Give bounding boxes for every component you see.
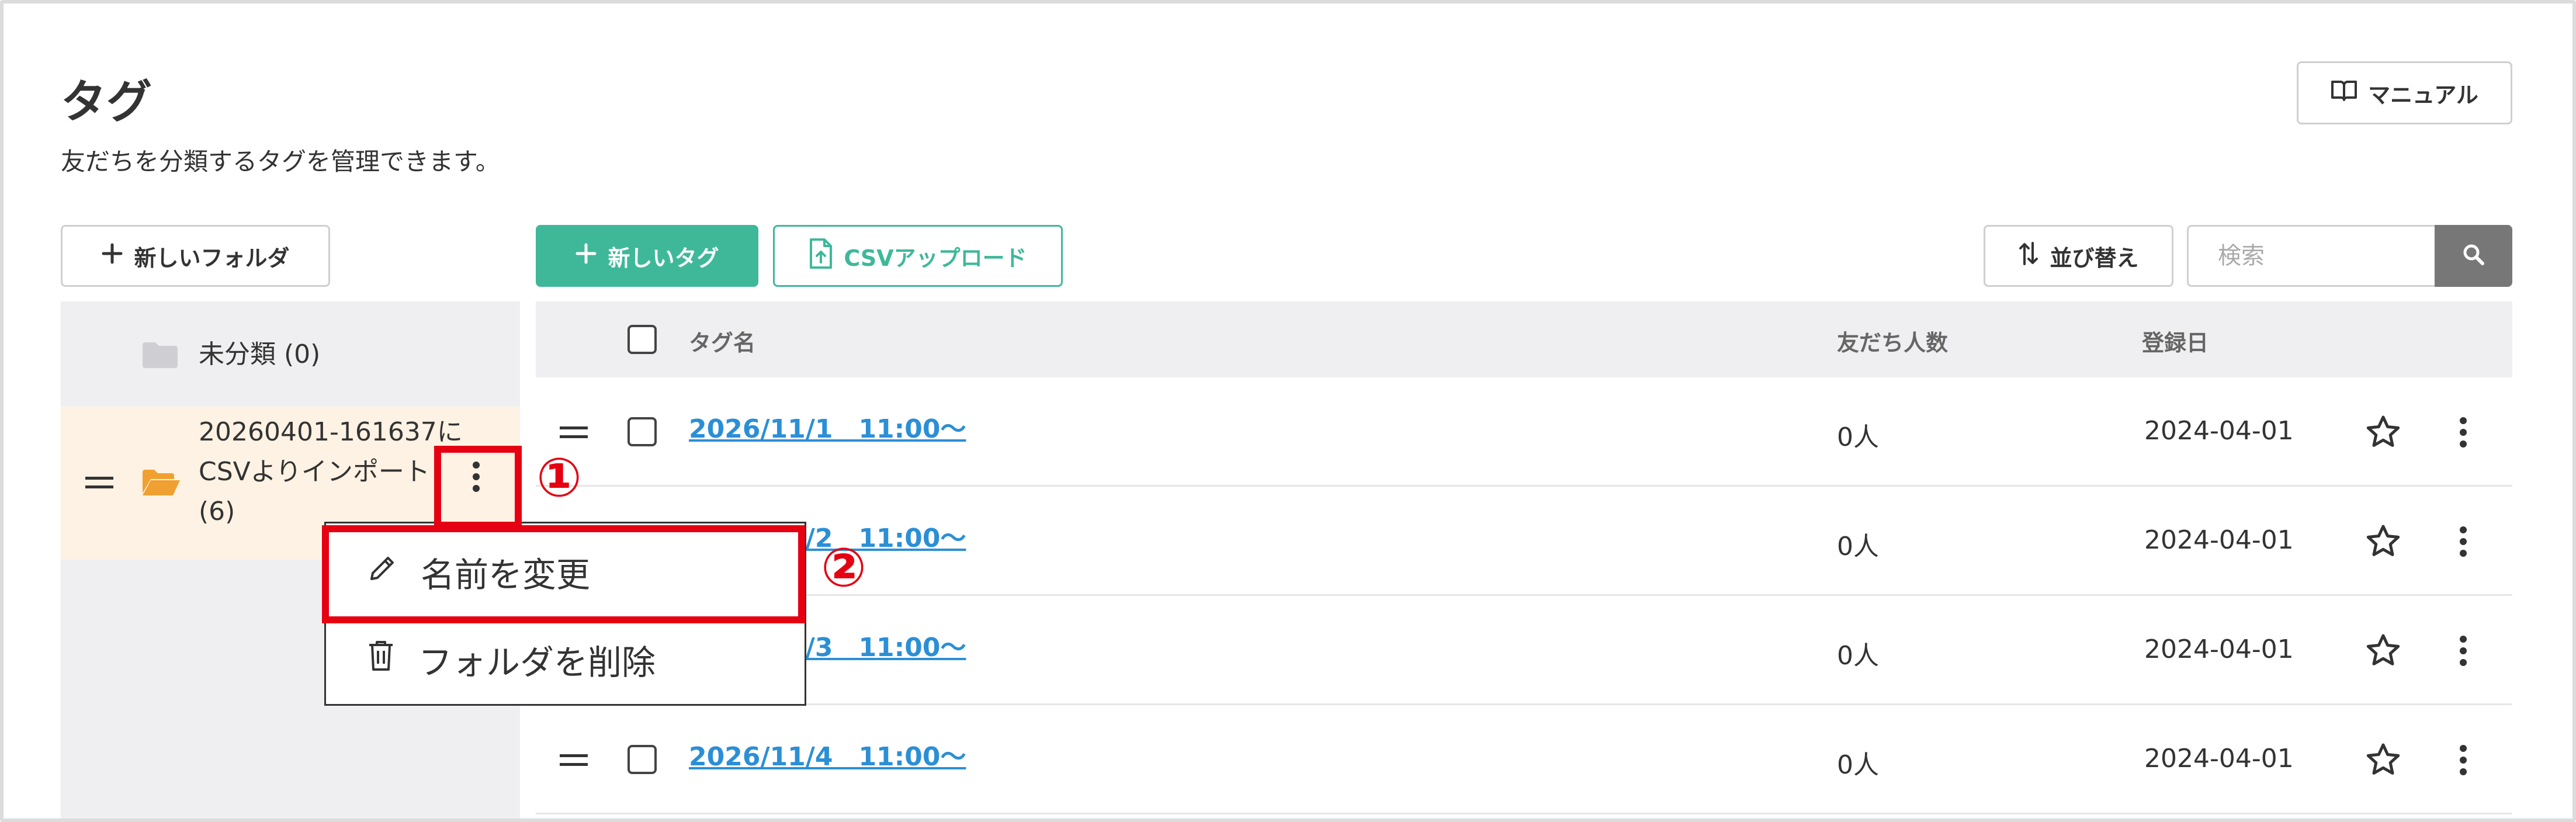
search-button[interactable] [2435,225,2512,287]
page-subtitle: 友だちを分類するタグを管理できます。 [61,147,500,176]
column-header-registered: 登録日 [2142,330,2209,356]
table-header: タグ名 友だち人数 登録日 [536,301,2512,377]
drag-handle-icon[interactable] [560,754,588,766]
new-tag-button[interactable]: 新しいタグ [536,225,758,287]
drag-handle-icon[interactable] [560,426,588,438]
column-header-name: タグ名 [689,330,756,356]
folder-label: 未分類 (0) [199,339,321,369]
folder-open-icon [141,467,181,500]
row-kebab-menu-icon[interactable] [2459,416,2467,451]
sort-button[interactable]: 並び替え [1984,225,2173,287]
delete-label: フォルダを削除 [418,643,656,682]
manual-button[interactable]: マニュアル [2297,61,2512,124]
annotation-step-2: ② [821,536,866,599]
row-kebab-menu-icon[interactable] [2459,634,2467,670]
row-checkbox[interactable] [627,417,657,446]
friend-count: 0人 [1837,750,1879,780]
friend-count: 0人 [1837,532,1879,561]
registered-date: 2024-04-01 [2144,744,2294,774]
annotation-step-1: ① [536,446,582,509]
highlight-box-rename [322,525,805,623]
delete-folder-menu-item[interactable]: フォルダを削除 [326,616,808,703]
csv-upload-label: CSVアップロード [844,245,1027,271]
row-kebab-menu-icon[interactable] [2459,744,2467,779]
row-kebab-menu-icon[interactable] [2459,525,2467,560]
folder-label-line: CSVよりインポート [199,457,430,487]
star-icon[interactable] [2366,743,2401,779]
registered-date: 2024-04-01 [2144,525,2294,555]
plus-icon [101,242,123,270]
trash-icon [367,639,395,680]
file-upload-icon [809,238,833,275]
tag-name-link[interactable]: 2026/11/4 11:00〜 [689,736,966,773]
table-row: 2026/11/1 11:00〜 0人 2024-04-01 [536,377,2512,487]
folder-label-multiline: 20260401-161637に CSVよりインポート (6) [199,412,463,532]
tag-name-link[interactable]: 2026/11/1 11:00〜 [689,408,966,445]
star-icon[interactable] [2366,524,2401,560]
star-icon[interactable] [2366,415,2401,451]
search-icon [2462,243,2485,269]
folder-icon [141,340,179,372]
plus-icon [575,242,597,270]
new-folder-button[interactable]: 新しいフォルダ [61,225,330,287]
table-row: 2026/11/3 11:00〜 0人 2024-04-01 [536,596,2512,705]
manual-label: マニュアル [2368,82,2478,108]
folder-item-uncategorized[interactable]: 未分類 (0) [61,301,520,407]
sort-label: 並び替え [2050,245,2139,271]
sort-arrows-icon [2018,241,2039,272]
friend-count: 0人 [1837,641,1879,671]
drag-handle-icon[interactable] [85,477,113,488]
search-input[interactable] [2187,225,2435,287]
friend-count: 0人 [1837,422,1879,452]
highlight-box-kebab [434,446,522,529]
new-folder-label: 新しいフォルダ [134,245,290,271]
folder-label-line: 20260401-161637に [199,417,463,447]
csv-upload-button[interactable]: CSVアップロード [773,225,1063,287]
registered-date: 2024-04-01 [2144,634,2294,664]
table-row: 2026/11/4 11:00〜 0人 2024-04-01 [536,705,2512,814]
column-header-friends: 友だち人数 [1837,330,1949,356]
page-title: タグ [61,76,152,129]
registered-date: 2024-04-01 [2144,416,2294,446]
new-tag-label: 新しいタグ [608,245,719,271]
star-icon[interactable] [2366,633,2401,670]
select-all-checkbox[interactable] [627,325,657,354]
book-icon [2331,79,2357,107]
row-checkbox[interactable] [627,745,657,774]
